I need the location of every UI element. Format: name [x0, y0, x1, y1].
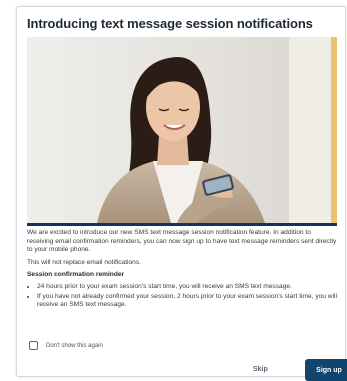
- dialog-title: Introducing text message session notific…: [27, 16, 313, 31]
- skip-button[interactable]: Skip: [253, 366, 268, 373]
- notification-dialog: Introducing text message session notific…: [16, 6, 347, 381]
- hero-image: [27, 37, 337, 223]
- dont-show-label[interactable]: Don't show this again: [46, 343, 103, 349]
- note-text: This will not replace email notification…: [27, 258, 141, 266]
- sign-up-button[interactable]: Sign up: [305, 359, 347, 381]
- reminder-heading: Session confirmation reminder: [27, 271, 125, 279]
- reminder-item-2h: If you have not already confirmed your s…: [37, 293, 337, 310]
- dont-show-row: Don't show this again: [29, 341, 103, 350]
- intro-text: We are excited to introduce our new SMS …: [27, 229, 337, 254]
- reminder-list: 24 hours prior to your exam session's st…: [27, 283, 337, 310]
- hero-underline: [27, 223, 337, 226]
- dialog-content: We are excited to introduce our new SMS …: [27, 229, 337, 311]
- dont-show-checkbox[interactable]: [29, 341, 38, 350]
- reminder-item-24h: 24 hours prior to your exam session's st…: [37, 283, 337, 292]
